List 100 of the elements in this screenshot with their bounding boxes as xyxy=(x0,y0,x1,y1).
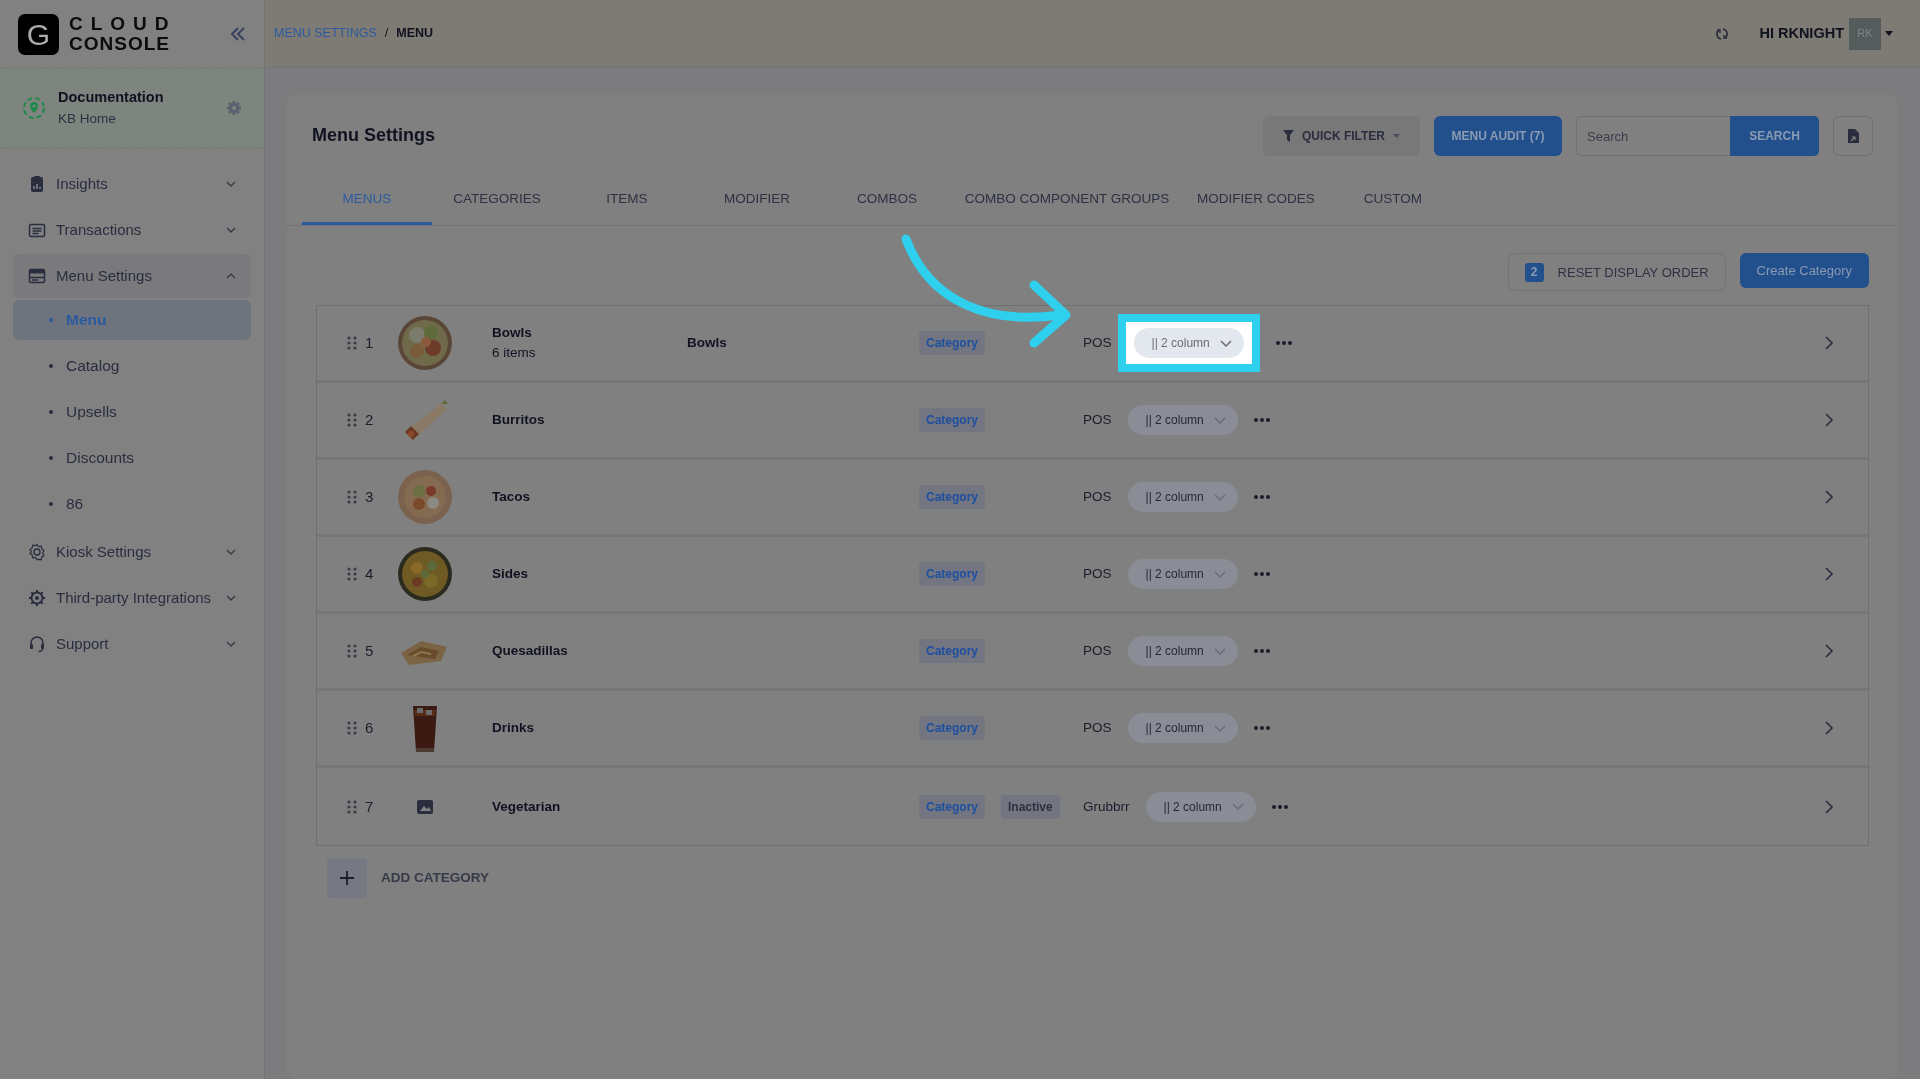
chevron-down-icon xyxy=(1213,416,1226,424)
layout-dropdown[interactable]: || 2 column xyxy=(1133,328,1244,359)
drag-handle-icon[interactable] xyxy=(347,567,357,582)
layout-dropdown[interactable]: || 2 column xyxy=(1127,636,1238,667)
breadcrumb-current: MENU xyxy=(396,25,434,43)
drag-handle-icon[interactable] xyxy=(347,413,357,428)
list-icon xyxy=(28,267,46,285)
sync-icon[interactable] xyxy=(1715,26,1730,41)
type-tag: Category xyxy=(919,408,985,433)
source-label: Grubbrr xyxy=(1083,797,1130,816)
more-icon[interactable] xyxy=(1275,341,1292,346)
drag-handle-icon[interactable] xyxy=(347,799,357,814)
sidebar-subitem[interactable]: Upsells xyxy=(13,392,251,432)
chevron-down-icon xyxy=(226,226,236,234)
sidebar-item[interactable]: Third-party Integrations xyxy=(13,576,251,620)
source-label: POS xyxy=(1083,565,1112,584)
tab[interactable]: ITEMS xyxy=(562,175,692,226)
quick-filter-button[interactable]: QUICK FILTER xyxy=(1262,116,1420,156)
menu-audit-button[interactable]: MENU AUDIT (7) xyxy=(1434,116,1562,156)
layout-dropdown[interactable]: || 2 column xyxy=(1127,482,1238,513)
chevron-down-icon xyxy=(226,548,236,556)
table-row[interactable]: 1 Bowls 6 items Bowls Category POS || 2 column xyxy=(317,306,1868,384)
sidebar-subitem[interactable]: Catalog xyxy=(13,346,251,386)
sidebar-item[interactable]: Transactions xyxy=(13,208,251,252)
brand-logo: G xyxy=(18,13,59,55)
add-button[interactable] xyxy=(327,858,367,899)
tab[interactable]: CATEGORIES xyxy=(432,175,562,226)
create-category-button[interactable]: Create Category xyxy=(1739,253,1869,289)
table-row[interactable]: 3 Tacos Category POS || 2 column xyxy=(317,460,1868,538)
sidebar-subitem[interactable]: Discounts xyxy=(13,438,251,478)
tab[interactable]: COMBO COMPONENT GROUPS xyxy=(952,175,1182,226)
tab[interactable]: MODIFIER xyxy=(692,175,822,226)
chevron-right-icon[interactable] xyxy=(1825,413,1834,428)
collapse-icon[interactable] xyxy=(230,27,246,41)
layout-dropdown[interactable]: || 2 column xyxy=(1127,405,1238,436)
row-number: 5 xyxy=(364,641,375,661)
table-row[interactable]: 4 Sides Category POS || 2 column xyxy=(317,537,1868,615)
sidebar-item[interactable]: Insights xyxy=(13,162,251,206)
chevron-right-icon[interactable] xyxy=(1825,336,1834,351)
layout-dropdown[interactable]: || 2 column xyxy=(1145,791,1256,822)
chevron-down-icon xyxy=(1213,570,1226,578)
chevron-up-icon xyxy=(226,272,236,280)
tab[interactable]: COMBOS xyxy=(822,175,952,226)
more-icon[interactable] xyxy=(1253,572,1270,577)
more-icon[interactable] xyxy=(1253,418,1270,423)
table-row[interactable]: 2 Burritos Category POS || 2 column xyxy=(317,383,1868,461)
export-button[interactable] xyxy=(1833,116,1873,156)
type-tag: Category xyxy=(919,794,985,819)
tab[interactable]: CUSTOM xyxy=(1330,175,1456,226)
type-tag: Category xyxy=(919,639,985,664)
chevron-right-icon[interactable] xyxy=(1825,644,1834,659)
table-row[interactable]: 5 Quesadillas Category POS || 2 column xyxy=(317,614,1868,692)
row-number: 1 xyxy=(364,333,375,353)
caret-icon[interactable] xyxy=(1885,31,1893,36)
source-label: POS xyxy=(1083,488,1112,507)
drag-handle-icon[interactable] xyxy=(347,490,357,505)
row-name: Quesadillas xyxy=(492,642,569,661)
chevron-right-icon[interactable] xyxy=(1825,567,1834,582)
chevron-down-icon xyxy=(1213,493,1226,501)
drag-handle-icon[interactable] xyxy=(347,336,357,351)
sidebar-subitem[interactable]: 86 xyxy=(13,484,251,524)
chevron-right-icon[interactable] xyxy=(1825,721,1834,736)
row-name: Burritos xyxy=(492,411,546,430)
chevron-right-icon[interactable] xyxy=(1825,490,1834,505)
more-icon[interactable] xyxy=(1271,804,1288,809)
chevron-down-icon xyxy=(1213,724,1226,732)
table-row[interactable]: 6 Drinks Category POS || 2 column xyxy=(317,691,1868,769)
row-number: 3 xyxy=(364,487,375,507)
row-name: Vegetarian xyxy=(492,797,562,816)
more-icon[interactable] xyxy=(1253,726,1270,731)
gear-icon xyxy=(28,543,46,561)
more-icon[interactable] xyxy=(1253,649,1270,654)
gear-icon xyxy=(28,589,46,607)
drag-handle-icon[interactable] xyxy=(347,644,357,659)
source-label: POS xyxy=(1083,642,1112,661)
search-field[interactable]: Search xyxy=(1576,116,1730,156)
chevron-down-icon xyxy=(1213,647,1226,655)
drag-handle-icon[interactable] xyxy=(347,721,357,736)
sidebar-item[interactable]: Menu Settings xyxy=(13,254,251,298)
row-name: Sides xyxy=(492,565,530,584)
row-number: 7 xyxy=(364,796,375,817)
layout-dropdown[interactable]: || 2 column xyxy=(1127,713,1238,744)
add-category-link[interactable]: ADD CATEGORY xyxy=(381,868,489,889)
brand-name: CLOUD CONSOLE xyxy=(69,14,177,54)
chevron-right-icon[interactable] xyxy=(1825,799,1834,814)
reset-display-order-button[interactable]: 2 RESET DISPLAY ORDER xyxy=(1507,253,1726,292)
row-name: Drinks xyxy=(492,719,536,738)
sidebar-item[interactable]: Support xyxy=(13,622,251,666)
sidebar-item[interactable]: Kiosk Settings xyxy=(13,530,251,574)
table-row[interactable]: 7 Vegetarian Category Inactive Grubbrr || 2 column xyxy=(317,768,1868,846)
source-label: POS xyxy=(1083,719,1112,738)
chevron-down-icon xyxy=(1231,803,1244,811)
row-name: Tacos xyxy=(492,488,531,507)
search-button[interactable]: SEARCH xyxy=(1730,116,1819,156)
layout-dropdown[interactable]: || 2 column xyxy=(1127,559,1238,590)
headset-icon xyxy=(28,635,46,653)
clipboard-chart-icon xyxy=(28,175,46,193)
tab[interactable]: MODIFIER CODES xyxy=(1182,175,1330,226)
source-label: POS xyxy=(1083,333,1112,354)
more-icon[interactable] xyxy=(1253,495,1270,500)
